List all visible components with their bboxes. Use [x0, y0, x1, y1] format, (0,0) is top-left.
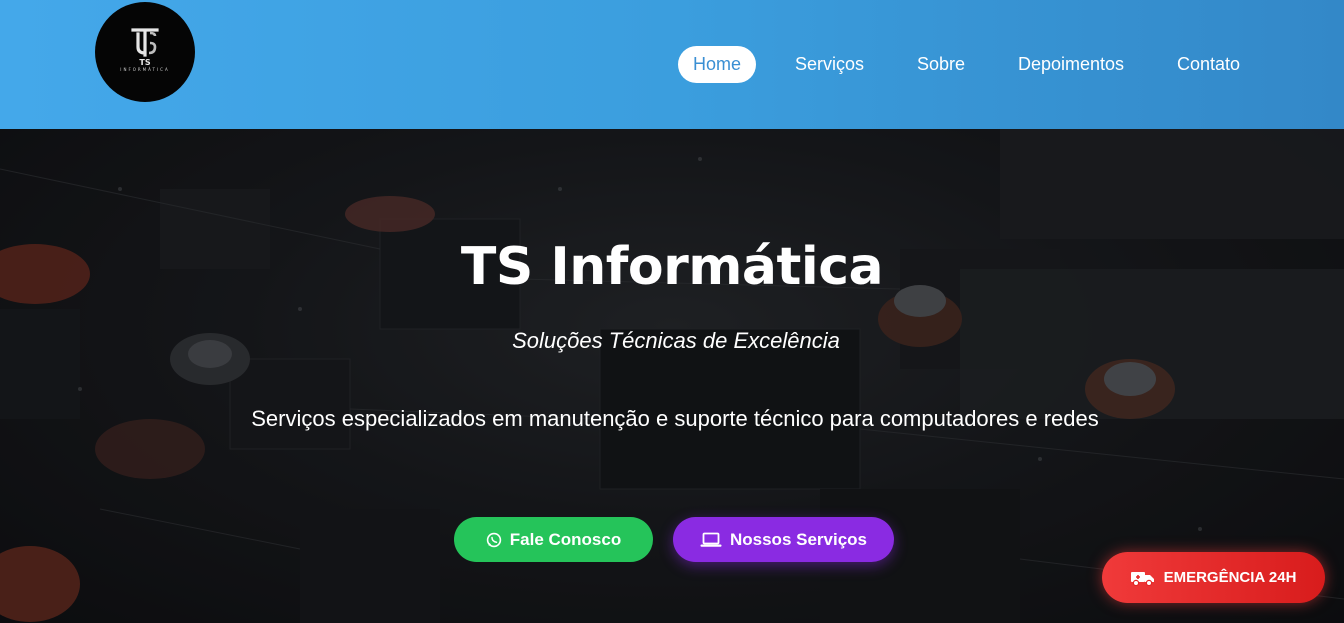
nossos-servicos-button[interactable]: Nossos Serviços	[673, 517, 894, 562]
nav-item-contato[interactable]: Contato	[1177, 46, 1240, 83]
laptop-icon	[700, 532, 722, 547]
hero-title: TS Informática	[460, 237, 884, 297]
logo-text: TS	[139, 58, 151, 67]
emergency-label: EMERGÊNCIA 24H	[1163, 569, 1297, 586]
hero-subtitle: Soluções Técnicas de Excelência	[512, 328, 840, 353]
nossos-servicos-label: Nossos Serviços	[729, 529, 867, 549]
hero-section: TS Informática Soluções Técnicas de Exce…	[0, 129, 1344, 623]
ts-logo-icon	[131, 28, 159, 57]
truck-icon	[1130, 571, 1154, 586]
whatsapp-icon	[486, 532, 501, 547]
logo[interactable]: TS INFORMÁTICA	[95, 2, 195, 102]
fale-conosco-label: Fale Conosco	[509, 529, 622, 549]
emergency-button[interactable]: EMERGÊNCIA 24H	[1102, 552, 1325, 603]
fale-conosco-button[interactable]: Fale Conosco	[454, 517, 653, 562]
logo-subtext: INFORMÁTICA	[120, 67, 170, 72]
nav-item-sobre[interactable]: Sobre	[917, 46, 965, 83]
nav-item-servicos[interactable]: Serviços	[795, 46, 864, 83]
nav-item-depoimentos[interactable]: Depoimentos	[1018, 46, 1124, 83]
hero-description: Serviços especializados em manutenção e …	[251, 406, 1099, 431]
site-header: TS INFORMÁTICA Home Serviços Sobre Depoi…	[0, 0, 1344, 129]
nav-item-home[interactable]: Home	[678, 46, 757, 83]
